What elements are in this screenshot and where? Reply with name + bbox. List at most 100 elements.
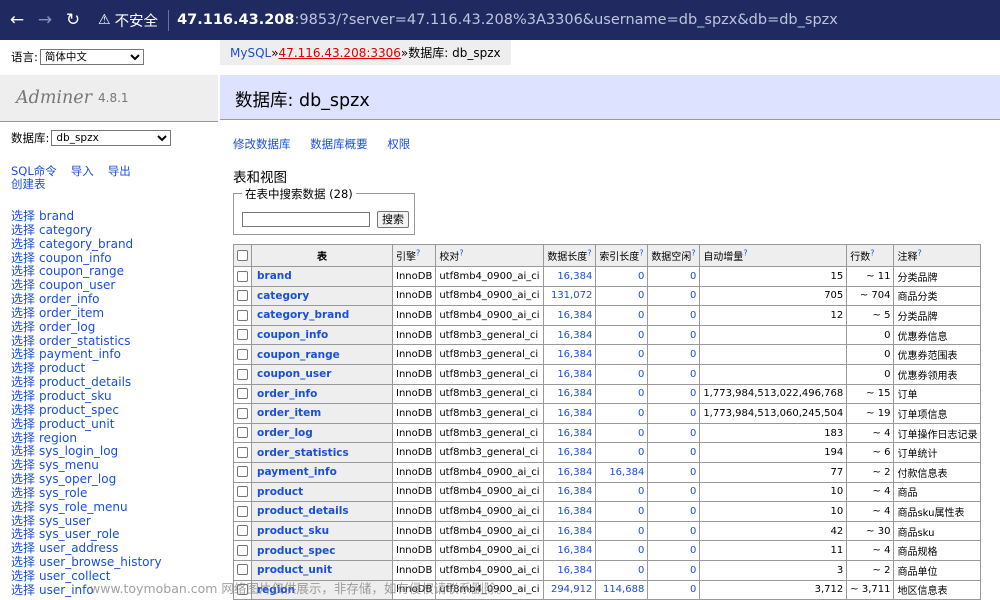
database-schema-link[interactable]: 数据库概要 [310,137,368,151]
data-free-cell-link[interactable]: 0 [690,290,696,301]
table-name-link[interactable]: category [257,290,309,302]
breadcrumb-mysql-link[interactable]: MySQL [230,46,271,60]
select-link[interactable]: 选择 [11,500,35,514]
data-free-cell-link[interactable]: 0 [690,565,696,576]
select-link[interactable]: 选择 [11,431,35,445]
sidebar-table-link[interactable]: user_browse_history [39,555,162,569]
data-free-cell-link[interactable]: 0 [690,369,696,380]
index-length-cell-link[interactable]: 0 [638,447,644,458]
data-free-cell-link[interactable]: 0 [690,447,696,458]
sidebar-table-link[interactable]: order_info [39,292,100,306]
sidebar-table-link[interactable]: coupon_range [39,264,124,278]
address-bar[interactable]: ⚠ 不安全 47.116.43.208:9853/?server=47.116.… [98,6,838,34]
select-link[interactable]: 选择 [11,527,35,541]
index-length-cell-link[interactable]: 0 [638,486,644,497]
table-name-link[interactable]: product_sku [257,525,329,537]
sidebar-table-link[interactable]: sys_role_menu [39,500,128,514]
data-free-cell-link[interactable]: 0 [690,408,696,419]
sidebar-table-link[interactable]: sys_role [39,486,87,500]
help-icon[interactable]: ? [870,249,874,258]
sidebar-table-link[interactable]: order_statistics [39,334,131,348]
row-checkbox[interactable] [237,348,248,360]
data-length-cell-link[interactable]: 16,384 [557,271,592,282]
select-link[interactable]: 选择 [11,569,35,583]
help-icon[interactable]: ? [587,249,591,258]
select-link[interactable]: 选择 [11,334,35,348]
data-free-cell-link[interactable]: 0 [690,486,696,497]
index-length-cell-link[interactable]: 0 [638,271,644,282]
select-link[interactable]: 选择 [11,555,35,569]
sidebar-table-link[interactable]: order_item [39,306,104,320]
sidebar-table-link[interactable]: product [39,361,85,375]
row-checkbox[interactable] [237,466,248,478]
table-name-link[interactable]: order_info [257,388,317,400]
select-link[interactable]: 选择 [11,306,35,320]
sidebar-table-link[interactable]: sys_oper_log [39,472,116,486]
sidebar-table-link[interactable]: sys_login_log [39,444,118,458]
sidebar-table-link[interactable]: category [39,223,92,237]
select-link[interactable]: 选择 [11,444,35,458]
index-length-cell-link[interactable]: 0 [638,506,644,517]
sidebar-table-link[interactable]: category_brand [39,237,133,251]
table-name-link[interactable]: product_details [257,505,349,517]
help-icon[interactable]: ? [743,249,747,258]
sidebar-table-link[interactable]: sys_user [39,514,91,528]
row-checkbox[interactable] [237,290,248,302]
select-link[interactable]: 选择 [11,278,35,292]
back-icon[interactable]: ← [6,9,28,31]
database-select[interactable]: db_spzx [51,130,172,146]
alter-database-link[interactable]: 修改数据库 [233,137,291,151]
index-length-cell-link[interactable]: 0 [638,330,644,341]
table-name-link[interactable]: coupon_range [257,349,340,361]
sidebar-table-link[interactable]: user_address [39,541,118,555]
select-link[interactable]: 选择 [11,403,35,417]
select-link[interactable]: 选择 [11,237,35,251]
sidebar-table-link[interactable]: brand [39,209,74,223]
data-free-cell-link[interactable]: 0 [690,310,696,321]
table-name-link[interactable]: brand [257,270,292,282]
select-link[interactable]: 选择 [11,486,35,500]
import-link[interactable]: 导入 [71,164,94,178]
sidebar-table-link[interactable]: region [39,431,77,445]
sidebar-table-link[interactable]: order_log [39,320,95,334]
sidebar-table-link[interactable]: product_sku [39,389,112,403]
data-length-cell-link[interactable]: 131,072 [551,290,592,301]
table-name-link[interactable]: order_log [257,427,313,439]
search-button[interactable]: 搜索 [377,211,409,228]
forward-icon[interactable]: → [34,9,56,31]
select-link[interactable]: 选择 [11,472,35,486]
index-length-cell-link[interactable]: 0 [638,290,644,301]
sql-command-link[interactable]: SQL命令 [11,164,57,178]
help-icon[interactable]: ? [416,249,420,258]
data-free-cell-link[interactable]: 0 [690,271,696,282]
row-checkbox[interactable] [237,427,248,439]
data-length-cell-link[interactable]: 16,384 [557,388,592,399]
row-checkbox[interactable] [237,407,248,419]
row-checkbox[interactable] [237,544,248,556]
select-all-checkbox[interactable] [237,249,248,261]
select-link[interactable]: 选择 [11,264,35,278]
data-free-cell-link[interactable]: 0 [690,330,696,341]
header-table[interactable]: 表 [251,244,393,267]
data-length-cell-link[interactable]: 294,912 [551,584,592,595]
row-checkbox[interactable] [237,446,248,458]
select-link[interactable]: 选择 [11,583,35,597]
search-input[interactable] [242,212,370,227]
data-free-cell-link[interactable]: 0 [690,506,696,517]
data-length-cell-link[interactable]: 16,384 [557,349,592,360]
privileges-link[interactable]: 权限 [387,137,410,151]
language-select[interactable]: 简体中文 [39,49,144,65]
row-checkbox[interactable] [237,309,248,321]
data-length-cell-link[interactable]: 16,384 [557,310,592,321]
select-link[interactable]: 选择 [11,209,35,223]
data-length-cell-link[interactable]: 16,384 [557,330,592,341]
row-checkbox[interactable] [237,505,248,517]
app-logo-link[interactable]: Adminer [16,88,92,108]
index-length-cell-link[interactable]: 0 [638,388,644,399]
select-link[interactable]: 选择 [11,389,35,403]
help-icon[interactable]: ? [917,249,921,258]
index-length-cell-link[interactable]: 16,384 [609,467,644,478]
index-length-cell-link[interactable]: 0 [638,408,644,419]
sidebar-table-link[interactable]: product_spec [39,403,119,417]
sidebar-table-link[interactable]: product_details [39,375,131,389]
